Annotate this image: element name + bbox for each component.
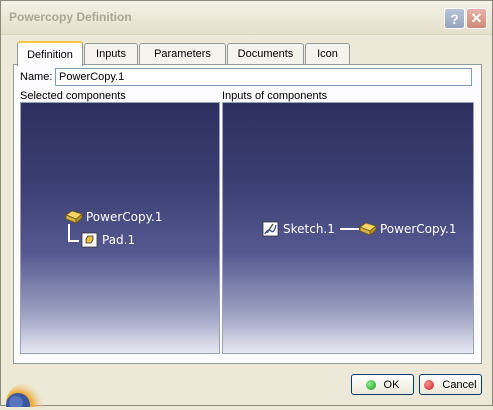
tab-definition[interactable]: Definition <box>17 41 83 66</box>
inputs-of-components-label: Inputs of components <box>222 90 328 102</box>
title-bar[interactable]: Powercopy Definition ? ✕ <box>1 1 492 35</box>
input-node-sketch[interactable]: Sketch.1 <box>262 221 335 237</box>
tree-node-label: Pad.1 <box>102 233 136 247</box>
ok-button[interactable]: OK <box>351 374 414 395</box>
help-icon: ? <box>450 10 459 27</box>
tab-icon[interactable]: Icon <box>305 43 350 64</box>
tab-inputs[interactable]: Inputs <box>84 43 138 64</box>
tree-connector <box>68 224 79 242</box>
powercopy-icon <box>65 209 83 225</box>
tab-parameters[interactable]: Parameters <box>139 43 226 64</box>
window-title: Powercopy Definition <box>9 10 132 24</box>
powercopy-icon <box>359 221 377 237</box>
input-node-label: Sketch.1 <box>283 222 335 236</box>
catia-logo-icon <box>4 373 46 410</box>
tab-documents[interactable]: Documents <box>227 43 304 64</box>
input-node-powercopy[interactable]: PowerCopy.1 <box>359 221 456 237</box>
powercopy-dialog: Powercopy Definition ? ✕ Definition Inpu… <box>0 0 493 410</box>
selected-components-label: Selected components <box>20 90 126 102</box>
input-node-label: PowerCopy.1 <box>380 222 457 236</box>
inputs-of-components-viewer[interactable]: Sketch.1 PowerCopy.1 <box>222 102 474 354</box>
tree-node-label: PowerCopy.1 <box>86 210 163 224</box>
pad-icon <box>81 232 99 248</box>
help-button[interactable]: ? <box>444 8 465 29</box>
close-button[interactable]: ✕ <box>466 8 487 29</box>
name-label: Name: <box>20 71 53 83</box>
name-input[interactable] <box>55 68 472 86</box>
tree-node-powercopy[interactable]: PowerCopy.1 <box>65 209 162 225</box>
ok-label: OK <box>383 378 400 391</box>
ok-icon <box>365 379 376 390</box>
cancel-button[interactable]: Cancel <box>419 374 482 395</box>
tree-node-pad[interactable]: Pad.1 <box>81 232 135 248</box>
cancel-icon <box>424 379 435 390</box>
selected-components-viewer[interactable]: PowerCopy.1 Pad.1 <box>20 102 220 354</box>
close-icon: ✕ <box>470 10 483 26</box>
cancel-label: Cancel <box>442 378 477 391</box>
sketch-icon <box>262 221 280 237</box>
